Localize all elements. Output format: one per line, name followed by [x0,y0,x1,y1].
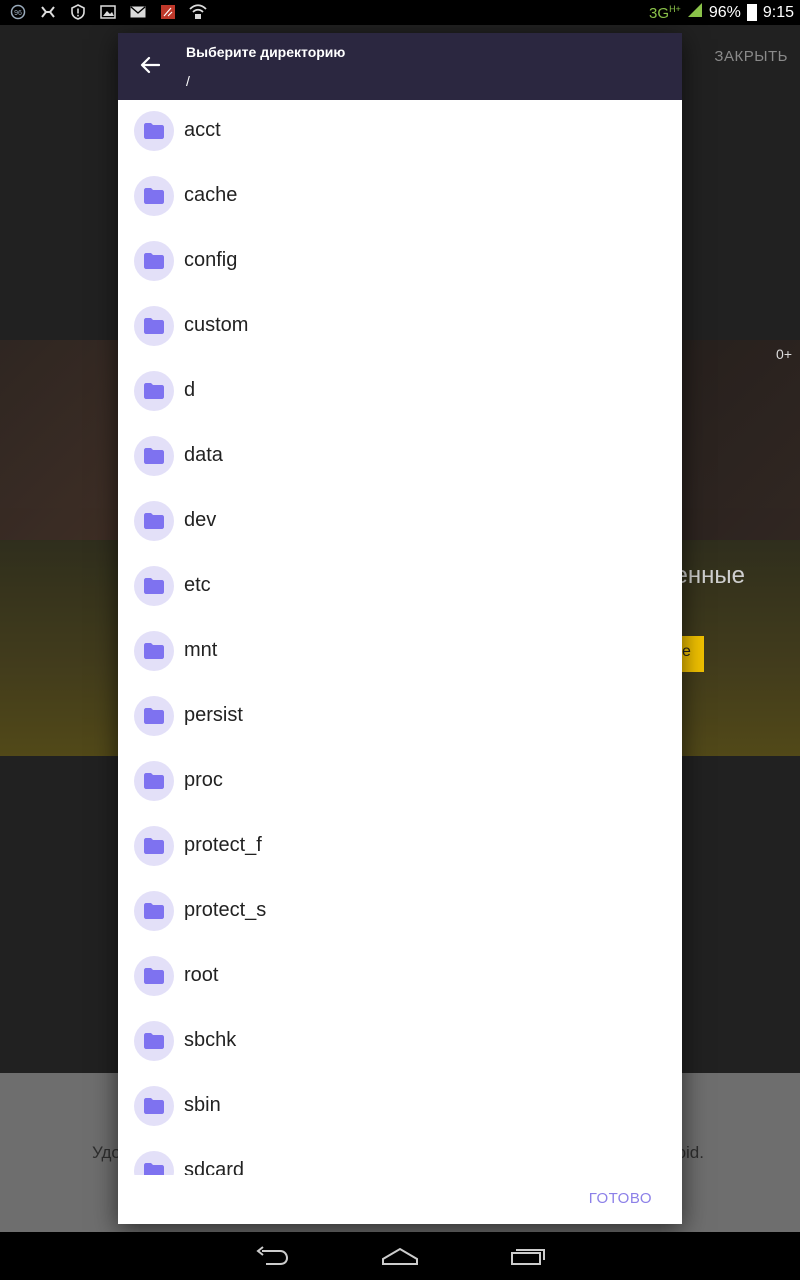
folder-icon [134,241,174,281]
banner-text: енные [674,562,745,589]
folder-icon [134,631,174,671]
directory-item-label: config [184,249,238,271]
folder-icon [134,696,174,736]
directory-item[interactable]: sdcard [118,1140,682,1175]
directory-item-label: sdcard [184,1159,245,1175]
folder-icon [134,436,174,476]
shield-alert-icon [68,3,88,21]
directory-item-label: proc [184,769,223,791]
directory-item-label: sbin [184,1094,221,1116]
app-notification-icon [38,3,58,21]
done-button[interactable]: ГОТОВО [589,1190,652,1207]
status-bar: 96 3GH+ 96% 9:15 [0,0,800,25]
recents-nav-button[interactable] [508,1241,548,1271]
directory-item-label: mnt [184,639,218,661]
back-button[interactable] [132,47,168,83]
folder-icon [134,826,174,866]
directory-item[interactable]: protect_s [118,880,682,945]
dialog-header: Выберите директорию / [118,33,682,100]
status-right: 3GH+ 96% 9:15 [649,2,794,23]
directory-item-label: protect_f [184,834,262,856]
directory-item[interactable]: acct [118,100,682,165]
home-nav-icon [382,1247,418,1265]
age-rating-badge: 0+ [776,346,792,362]
battery-icon [746,4,757,21]
directory-item[interactable]: sbchk [118,1010,682,1075]
directory-item-label: custom [184,314,249,336]
directory-item[interactable]: cache [118,165,682,230]
banner-button[interactable]: е [680,636,704,672]
directory-item[interactable]: protect_f [118,815,682,880]
folder-icon [134,566,174,606]
clock: 9:15 [762,3,794,21]
recents-nav-icon [511,1249,545,1265]
status-notification-icons: 96 [8,3,208,21]
folder-icon [134,1021,174,1061]
image-icon [98,3,118,21]
directory-item-label: cache [184,184,238,206]
arrow-back-icon [140,56,160,74]
current-path: / [186,73,190,89]
folder-icon [134,111,174,151]
directory-item[interactable]: data [118,425,682,490]
folder-icon [134,761,174,801]
navigation-bar [0,1232,800,1280]
folder-icon [134,306,174,346]
mail-icon [128,3,148,21]
directory-item-label: protect_s [184,899,267,921]
home-nav-button[interactable] [380,1241,420,1271]
folder-icon [134,1151,174,1175]
footer-text-left: Удо [92,1143,121,1162]
directory-item[interactable]: config [118,230,682,295]
directory-item-label: persist [184,704,243,726]
close-button[interactable]: ЗАКРЫТЬ [714,48,788,65]
folder-icon [134,956,174,996]
back-nav-button[interactable] [252,1241,292,1271]
directory-item-label: d [184,379,196,401]
directory-item[interactable]: root [118,945,682,1010]
directory-item-label: acct [184,119,221,141]
folder-icon [134,501,174,541]
directory-item-label: sbchk [184,1029,237,1051]
directory-picker-dialog: Выберите директорию / acct cache config cus… [118,33,682,1224]
notification-badge-icon: 96 [8,3,28,21]
folder-icon [134,176,174,216]
directory-list[interactable]: acct cache config custom d data dev etc mnt persi… [118,100,682,1175]
directory-item[interactable]: mnt [118,620,682,685]
directory-item-label: etc [184,574,211,596]
directory-item[interactable]: d [118,360,682,425]
signal-icon [687,2,703,23]
directory-item-label: dev [184,509,217,531]
directory-item[interactable]: persist [118,685,682,750]
directory-item[interactable]: sbin [118,1075,682,1140]
folder-icon [134,891,174,931]
dialog-title: Выберите директорию [186,44,346,60]
folder-icon [134,1086,174,1126]
network-indicator: 3GH+ [649,3,681,22]
app-red-icon [158,3,178,21]
directory-item[interactable]: proc [118,750,682,815]
battery-percent: 96% [708,3,741,21]
directory-item-label: data [184,444,223,466]
directory-item[interactable]: etc [118,555,682,620]
back-nav-icon [256,1246,289,1265]
folder-icon [134,371,174,411]
directory-item[interactable]: dev [118,490,682,555]
directory-item-label: root [184,964,219,986]
svg-text:96: 96 [14,10,22,17]
wifi-lock-icon [188,3,208,21]
directory-item[interactable]: custom [118,295,682,360]
